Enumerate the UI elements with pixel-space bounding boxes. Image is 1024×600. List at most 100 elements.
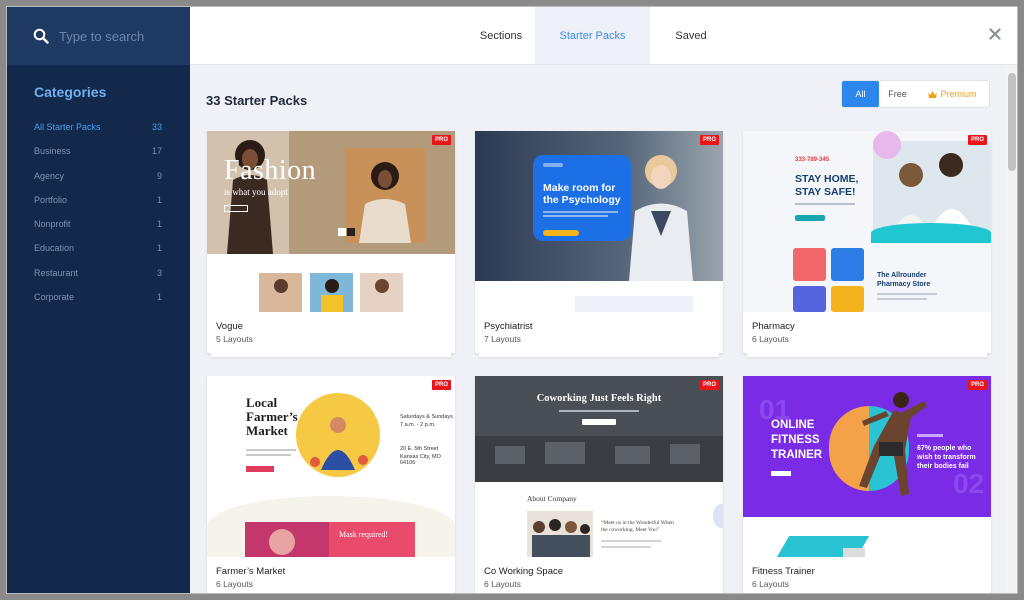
thumb-days: Saturdays & Sundays	[400, 414, 453, 420]
card-thumbnail: Coworking Just Feels Right About Company…	[475, 376, 723, 557]
category-restaurant[interactable]: Restaurant 3	[34, 268, 162, 292]
pharmacists-photo	[891, 153, 976, 235]
category-label: Education	[34, 243, 75, 254]
category-count: 17	[151, 146, 162, 157]
thumb-headline: Make room for the Psychology	[543, 182, 621, 206]
card-stack-shadow	[747, 353, 987, 357]
starter-pack-card-psychiatrist[interactable]: Make room for the Psychology PRO Psychia…	[475, 131, 723, 357]
card-stack-shadow	[211, 353, 451, 357]
farmer-illustration	[296, 393, 380, 477]
category-count: 1	[156, 292, 162, 303]
category-business[interactable]: Business 17	[34, 146, 162, 170]
card-title: Pharmacy	[752, 321, 795, 332]
category-list: All Starter Packs 33 Business 17 Agency 9 P…	[34, 122, 162, 316]
category-label: Portfolio	[34, 194, 68, 205]
top-tab-bar: Sections Starter Packs Saved	[190, 7, 1017, 65]
card-thumbnail: 333-789-345 STAY HOME, STAY SAFE! The Al…	[743, 131, 991, 312]
pro-badge: PRO	[699, 135, 719, 145]
category-count: 33	[151, 122, 162, 132]
category-count: 1	[156, 243, 162, 254]
thumb-address: 20 E. 5th Street	[400, 446, 439, 452]
starter-packs-grid: 33 Starter Packs All Free Premium Fashio…	[190, 65, 1005, 593]
thumb-subline: is what you adopt	[224, 187, 288, 197]
thumb-about: About Company	[527, 494, 577, 503]
filter-premium-label: Premium	[940, 89, 977, 99]
team-photo	[527, 511, 593, 557]
tab-saved[interactable]: Saved	[650, 7, 732, 64]
card-layout-count: 5 Layouts	[216, 334, 253, 344]
starter-packs-modal: Categories All Starter Packs 33 Business 1…	[6, 6, 1018, 594]
categories-heading: Categories	[34, 84, 107, 100]
category-nonprofit[interactable]: Nonprofit 1	[34, 219, 162, 243]
category-count: 1	[156, 194, 162, 205]
card-layout-count: 6 Layouts	[484, 579, 521, 589]
card-thumbnail: 01 02 ONLINE FITNESS TRAINER 67% people …	[743, 376, 991, 557]
thumb-phone: 333-789-345	[795, 157, 830, 163]
card-layout-count: 6 Layouts	[752, 334, 789, 344]
card-title: Fitness Trainer	[752, 566, 815, 577]
tab-starter-packs[interactable]: Starter Packs	[535, 7, 650, 64]
filter-all-button[interactable]: All	[842, 81, 879, 107]
page-title: 33 Starter Packs	[206, 93, 308, 108]
thumb-quote: “Meet us in the Wonderful When the cowor…	[601, 520, 674, 533]
card-title: Farmer’s Market	[216, 566, 286, 577]
card-title: Psychiatrist	[484, 321, 533, 332]
category-label: Business	[34, 146, 71, 157]
card-stack-shadow	[479, 353, 719, 357]
category-label: Restaurant	[34, 267, 79, 278]
close-icon	[989, 28, 1001, 40]
category-label: Agency	[34, 170, 65, 181]
price-filter: All Free Premium	[841, 80, 990, 108]
card-thumbnail: Make room for the Psychology	[475, 131, 723, 312]
thumb-banner: Mask required!	[339, 530, 389, 539]
pro-badge: PRO	[431, 380, 451, 390]
doctor-photo	[629, 155, 693, 281]
starter-pack-card-pharmacy[interactable]: 333-789-345 STAY HOME, STAY SAFE! The Al…	[743, 131, 991, 357]
card-thumbnail: Local Farmer’s Market Saturdays & Sunday…	[207, 376, 455, 557]
category-all-starter-packs[interactable]: All Starter Packs 33	[34, 122, 162, 146]
filter-premium-button[interactable]: Premium	[916, 81, 989, 107]
vertical-scrollbar[interactable]	[1005, 65, 1017, 593]
category-agency[interactable]: Agency 9	[34, 171, 162, 195]
pro-badge: PRO	[431, 135, 451, 145]
pro-badge: PRO	[967, 380, 987, 390]
search-icon	[33, 28, 49, 44]
thumb-headline: Fashion	[224, 155, 317, 186]
search-bar	[7, 7, 190, 65]
category-label: Nonprofit	[34, 219, 71, 230]
model-photo-2	[345, 148, 425, 243]
card-layout-count: 7 Layouts	[484, 334, 521, 344]
thumb-city: Kansas City, MO 64106	[400, 454, 441, 466]
category-label: Corporate	[34, 292, 75, 303]
thumb-hours: 7 a.m. - 2 p.m.	[400, 422, 436, 428]
search-input[interactable]	[59, 28, 179, 44]
thumb-number-02: 02	[953, 468, 985, 499]
starter-pack-card-co-working-space[interactable]: Coworking Just Feels Right About Company…	[475, 376, 723, 593]
categories-sidebar: Categories All Starter Packs 33 Business 1…	[7, 65, 190, 593]
starter-pack-card-farmers-market[interactable]: Local Farmer’s Market Saturdays & Sunday…	[207, 376, 455, 593]
pro-badge: PRO	[967, 135, 987, 145]
thumb-subline: The Allrounder Pharmacy Store	[877, 272, 931, 288]
thumb-headline: STAY HOME, STAY SAFE!	[795, 173, 859, 198]
category-count: 1	[156, 219, 162, 230]
category-portfolio[interactable]: Portfolio 1	[34, 195, 162, 219]
card-layout-count: 6 Layouts	[752, 579, 789, 589]
filter-free-button[interactable]: Free	[879, 81, 916, 107]
category-label: All Starter Packs	[34, 122, 101, 132]
starter-pack-card-vogue[interactable]: Fashion is what you adopt PRO Vogue 5 La…	[207, 131, 455, 357]
pro-badge: PRO	[699, 380, 719, 390]
card-title: Vogue	[216, 321, 243, 332]
category-count: 3	[156, 267, 162, 278]
card-layout-count: 6 Layouts	[216, 579, 253, 589]
category-education[interactable]: Education 1	[34, 243, 162, 267]
thumb-stat: 67% people who wish to transform their b…	[917, 445, 976, 470]
athlete-photo	[859, 392, 927, 496]
close-button[interactable]	[985, 24, 1005, 44]
card-thumbnail: Fashion is what you adopt	[207, 131, 455, 312]
scrollbar-thumb[interactable]	[1008, 73, 1016, 171]
crown-icon	[928, 90, 938, 98]
thumb-headline: Coworking Just Feels Right	[536, 393, 662, 404]
starter-pack-card-fitness-trainer[interactable]: 01 02 ONLINE FITNESS TRAINER 67% people …	[743, 376, 991, 593]
category-count: 9	[156, 170, 162, 181]
category-corporate[interactable]: Corporate 1	[34, 292, 162, 316]
